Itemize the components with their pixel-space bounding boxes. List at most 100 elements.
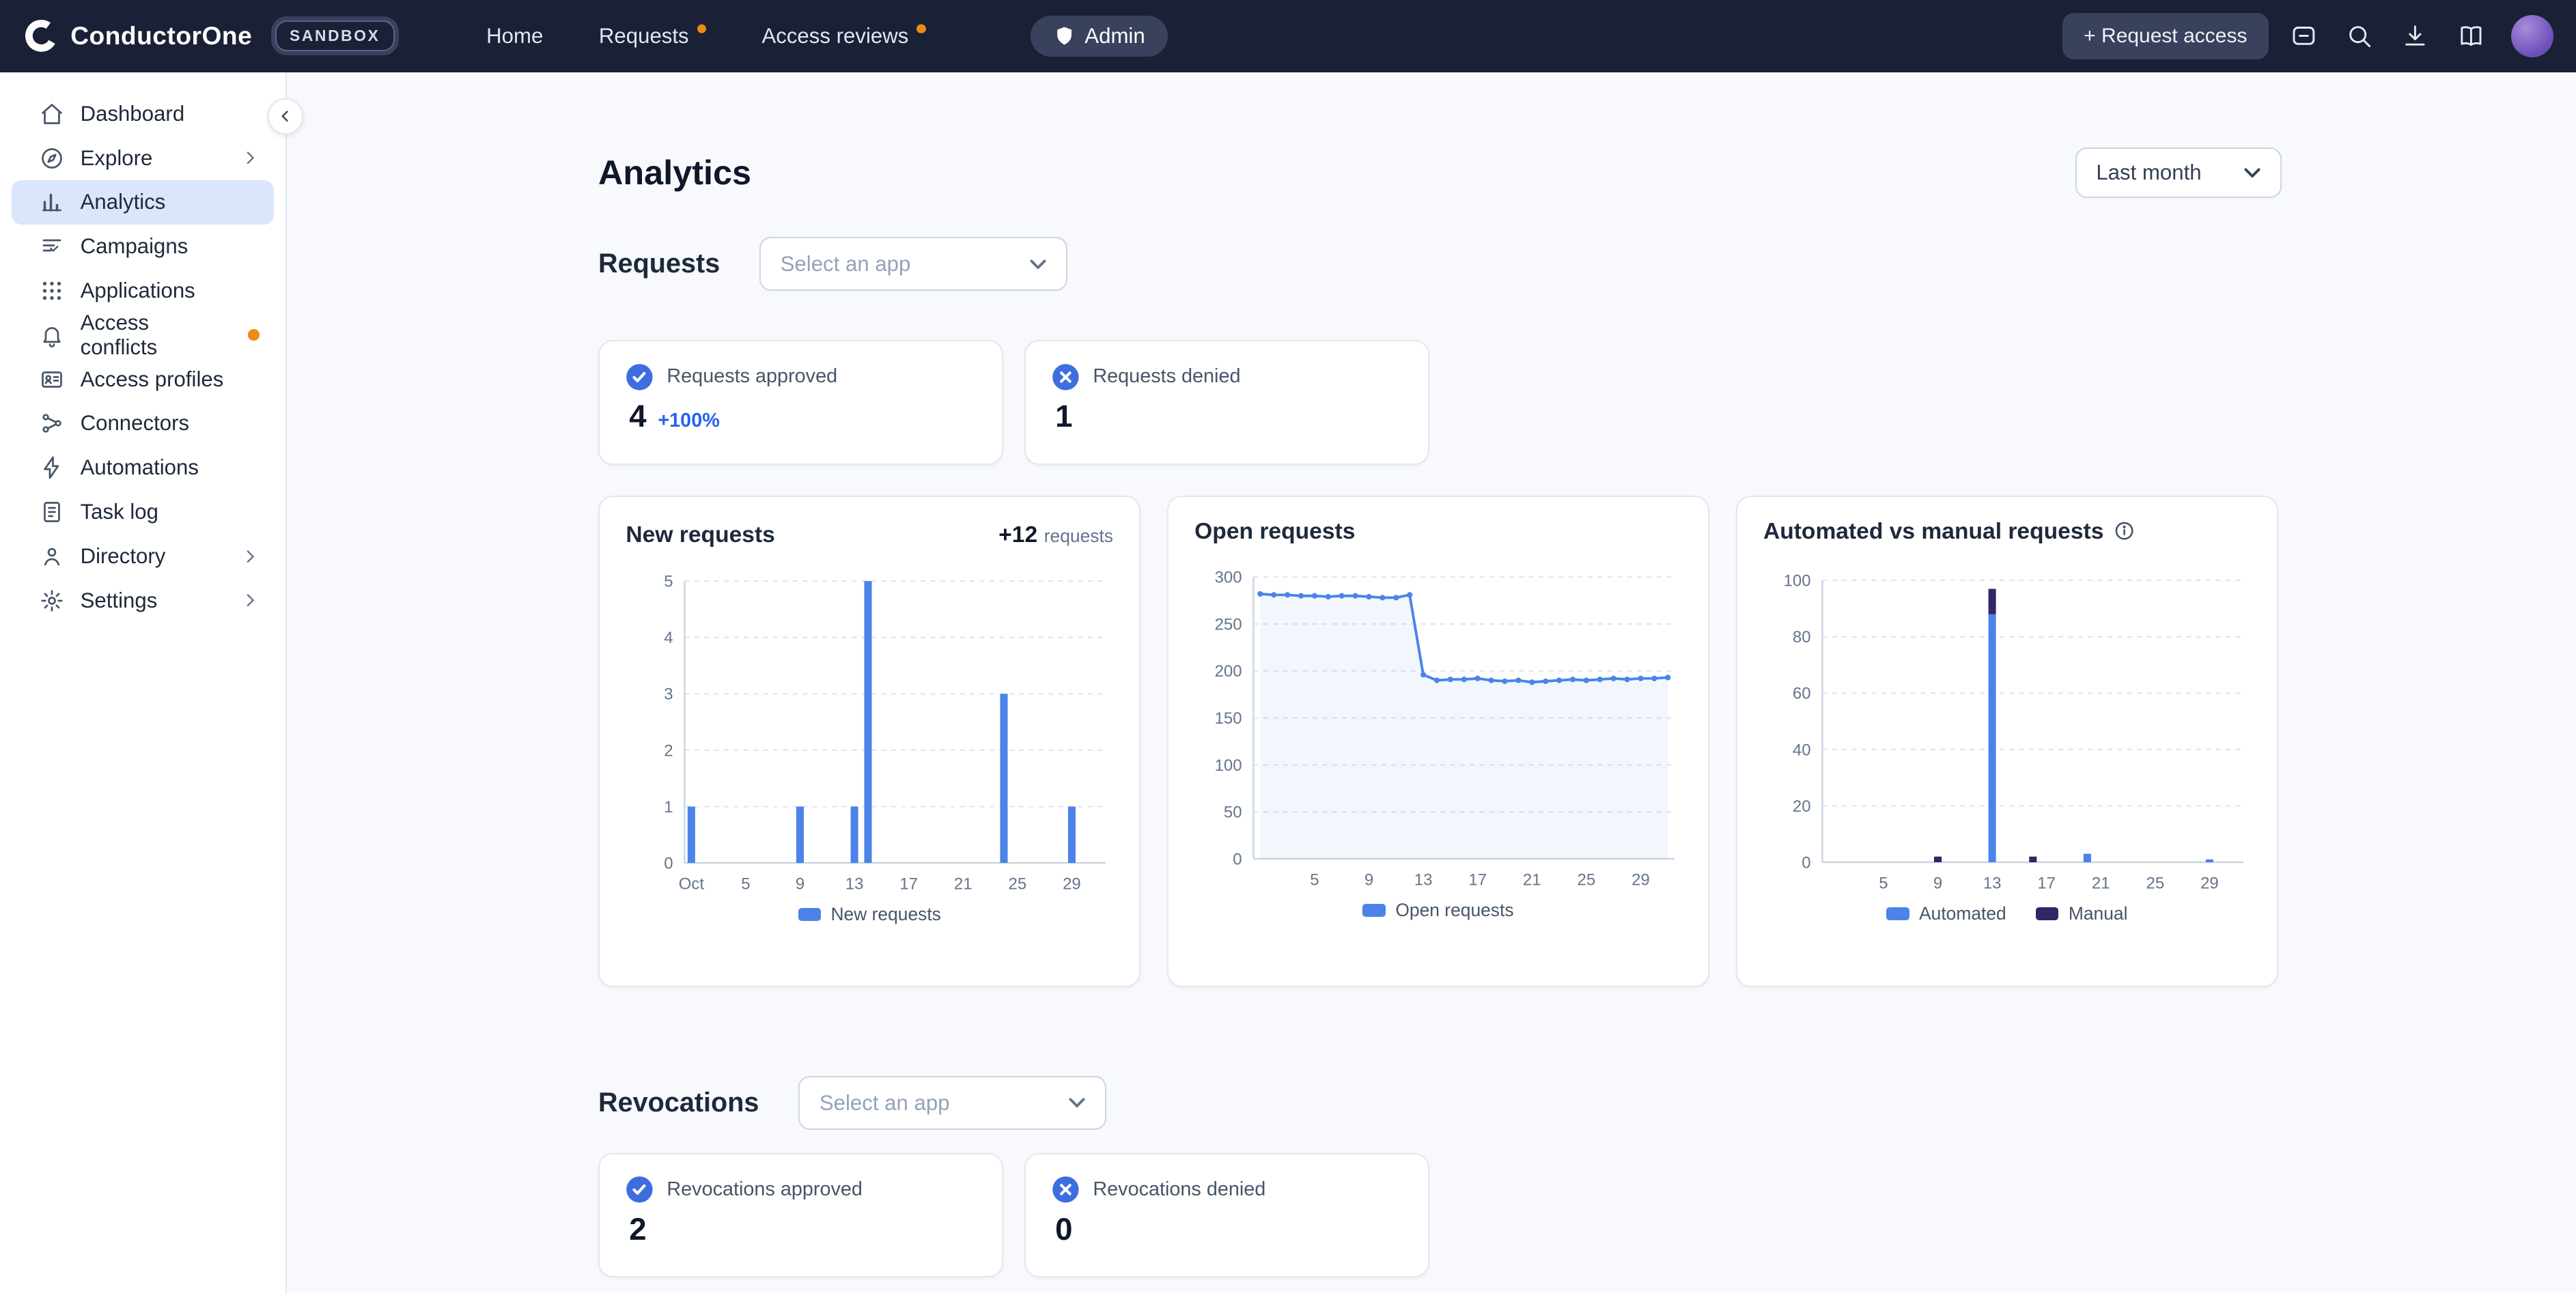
svg-text:0: 0 <box>664 855 673 873</box>
stat-label: Revocations denied <box>1093 1178 1265 1201</box>
home-icon <box>40 102 64 126</box>
svg-text:21: 21 <box>2092 875 2110 893</box>
stat-value: 2 <box>629 1212 646 1247</box>
sidebar-item-applications[interactable]: Applications <box>12 269 274 313</box>
sidebar-item-access-conflicts[interactable]: Access conflicts <box>12 313 274 357</box>
svg-text:21: 21 <box>954 875 972 894</box>
sidebar-item-label: Access conflicts <box>81 311 232 360</box>
sandbox-badge: SANDBOX <box>275 20 395 51</box>
svg-text:200: 200 <box>1215 663 1242 681</box>
task-log-icon <box>40 500 64 524</box>
sidebar-item-automations[interactable]: Automations <box>12 446 274 490</box>
stat-value: 1 <box>1055 399 1072 434</box>
sidebar-collapse-button[interactable] <box>268 98 304 134</box>
svg-text:150: 150 <box>1215 709 1242 728</box>
revocations-app-select[interactable]: Select an app <box>798 1076 1106 1130</box>
svg-text:9: 9 <box>1933 875 1942 893</box>
open-requests-card: Open requests 05010015020025030059131721… <box>1167 496 1709 987</box>
main-content: Analytics Last month Requests Select an … <box>287 72 2576 1293</box>
sidebar-item-task-log[interactable]: Task log <box>12 490 274 535</box>
chart-delta-value: +12 <box>998 522 1037 548</box>
chevron-right-icon <box>241 548 259 565</box>
time-range-select[interactable]: Last month <box>2075 147 2282 198</box>
stat-value: 0 <box>1055 1212 1072 1247</box>
svg-text:0: 0 <box>1233 851 1242 869</box>
svg-text:250: 250 <box>1215 616 1242 634</box>
chart-title: Open requests <box>1194 519 1355 545</box>
stat-label: Revocations approved <box>667 1178 863 1201</box>
bolt-icon <box>40 455 64 480</box>
nav-home-label: Home <box>486 24 543 48</box>
grid-icon <box>40 279 64 303</box>
sidebar: Dashboard Explore Analytics Campaigns Ap… <box>0 72 287 1293</box>
svg-text:20: 20 <box>1793 797 1811 816</box>
svg-text:5: 5 <box>1310 871 1319 890</box>
legend-item: Open requests <box>1362 900 1513 921</box>
avatar[interactable] <box>2511 15 2553 57</box>
chart-legend: New requests <box>626 904 1113 925</box>
brand[interactable]: ConductorOne <box>23 18 253 54</box>
svg-text:13: 13 <box>845 875 864 894</box>
revocations-denied-card: Revocations denied 0 <box>1024 1153 1429 1277</box>
search-icon[interactable] <box>2339 16 2380 57</box>
topbar-actions: + Request access <box>2062 13 2553 59</box>
nav-home[interactable]: Home <box>486 24 543 48</box>
nav-access-reviews[interactable]: Access reviews <box>761 24 925 48</box>
legend-label: Automated <box>1919 903 2006 924</box>
check-circle-icon <box>626 1176 654 1204</box>
requests-section-title: Requests <box>598 248 720 279</box>
new-requests-card: New requests +12requests 012345Oct591317… <box>598 496 1140 987</box>
app-select-placeholder: Select an app <box>781 252 911 276</box>
sidebar-item-directory[interactable]: Directory <box>12 534 274 578</box>
sidebar-item-access-profiles[interactable]: Access profiles <box>12 357 274 401</box>
brand-name: ConductorOne <box>70 21 252 51</box>
person-icon <box>40 544 64 569</box>
chart-title: Automated vs manual requests <box>1763 519 2103 544</box>
automated-vs-manual-card: Automated vs manual requests 02040608010… <box>1736 496 2278 987</box>
svg-text:13: 13 <box>1983 875 2002 893</box>
sidebar-item-label: Campaigns <box>81 234 188 259</box>
gear-icon <box>40 588 64 613</box>
sidebar-item-connectors[interactable]: Connectors <box>12 401 274 446</box>
automated-vs-manual-chart: 020406080100591317212529 <box>1763 567 2251 895</box>
svg-text:25: 25 <box>2146 875 2164 893</box>
chevron-down-icon <box>2244 168 2260 177</box>
svg-text:21: 21 <box>1523 871 1541 890</box>
svg-text:2: 2 <box>664 742 673 761</box>
admin-button[interactable]: Admin <box>1031 16 1168 57</box>
request-access-button[interactable]: + Request access <box>2062 13 2269 59</box>
sidebar-item-dashboard[interactable]: Dashboard <box>12 91 274 136</box>
sidebar-item-explore[interactable]: Explore <box>12 136 274 180</box>
download-icon[interactable] <box>2394 16 2435 57</box>
nav-requests[interactable]: Requests <box>599 24 706 48</box>
legend-swatch <box>1362 904 1386 917</box>
admin-button-label: Admin <box>1084 24 1145 48</box>
sidebar-item-label: Automations <box>81 455 199 480</box>
sidebar-item-label: Settings <box>81 588 158 613</box>
sidebar-item-analytics[interactable]: Analytics <box>12 180 274 225</box>
campaigns-icon <box>40 234 64 259</box>
nav-access-reviews-label: Access reviews <box>761 24 908 48</box>
revocations-approved-card: Revocations approved 2 <box>598 1153 1003 1277</box>
chart-delta: +12requests <box>998 519 1113 549</box>
info-icon[interactable] <box>2114 520 2135 548</box>
top-nav-bar: ConductorOne SANDBOX Home Requests Acces… <box>0 0 2576 72</box>
requests-approved-card: Requests approved 4 +100% <box>598 340 1003 464</box>
bar-chart-icon <box>40 190 64 214</box>
sidebar-item-label: Analytics <box>81 190 166 214</box>
svg-text:3: 3 <box>664 685 673 704</box>
chart-legend: AutomatedManual <box>1763 903 2251 924</box>
sidebar-item-settings[interactable]: Settings <box>12 578 274 623</box>
command-bar-icon[interactable] <box>2283 16 2324 57</box>
svg-text:5: 5 <box>742 875 751 894</box>
sidebar-item-campaigns[interactable]: Campaigns <box>12 225 274 269</box>
app-select-placeholder: Select an app <box>820 1091 950 1116</box>
legend-label: New requests <box>831 904 941 925</box>
x-circle-icon <box>1052 363 1080 391</box>
requests-app-select[interactable]: Select an app <box>759 237 1067 291</box>
svg-text:13: 13 <box>1414 871 1433 890</box>
check-circle-icon <box>626 363 654 391</box>
id-card-icon <box>40 367 64 392</box>
svg-text:100: 100 <box>1784 572 1811 591</box>
docs-book-icon[interactable] <box>2450 16 2491 57</box>
